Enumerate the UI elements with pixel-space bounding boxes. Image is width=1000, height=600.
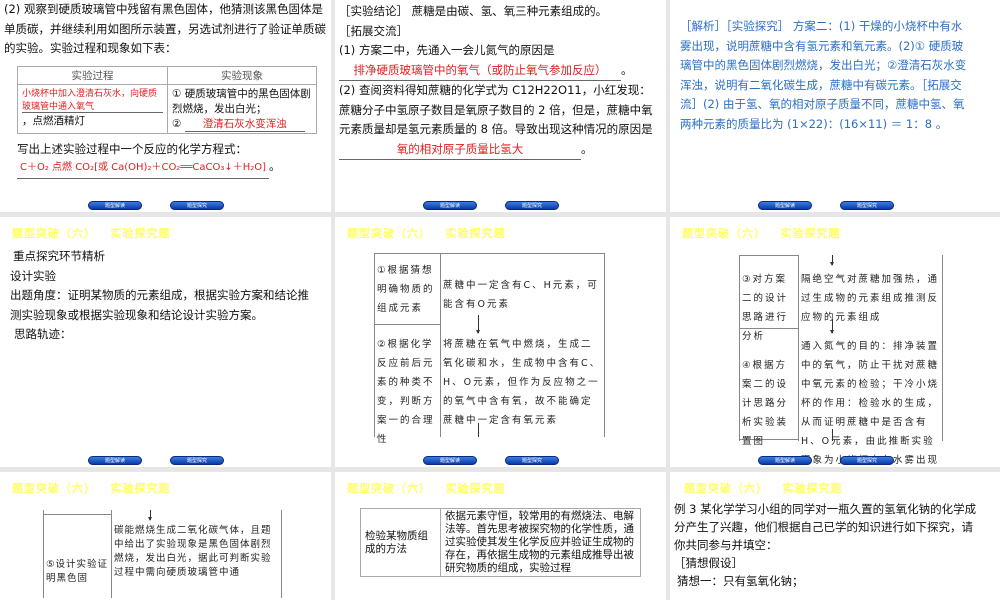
nav-button-2[interactable]: 题型探究 [170,456,224,465]
slide-4[interactable]: 题型突破（六） 实验探究题 重点探究环节精析 设计实验 出题角度：证明某物质的元… [0,217,331,467]
nav-button-1[interactable]: 题型解读 [88,201,142,210]
method-table: 检验某物质组成的方法 依据元素守恒，较常用的有燃烧法、电解法等。首先思考被探究物的… [360,508,641,577]
cell-text: ① 硬质玻璃管中的黑色固体剧烈燃烧，发出白光； [172,88,311,115]
section-label: ［猜想假设］ [674,556,743,570]
flow-content: 蔗糖中一定含有C、H元素，可能含有O元素 [443,280,599,310]
connector-line [478,423,479,437]
question-text: (2) 查阅资料得知蔗糖的化学式为 C12H22O11，小红发现：蔗糖分子中氢原… [339,83,653,136]
table-divider [798,255,799,441]
table-divider [43,514,111,515]
punct: 。 [269,159,281,173]
table-cell: 检验某物质组成的方法 [360,508,441,577]
body-text: 出题角度：证明某物质的元素组成，根据实验方案和结论推测实验现象或根据实验现象和结… [10,288,309,322]
cell-text: ② [172,118,182,130]
arrow-down-icon [148,510,152,521]
slide-header: 题型突破（六） 实验探究题 [682,227,841,240]
flow-step: ②根据化学反应前后元素的种类不变，判断方案一的合理性 [377,339,435,445]
flow-step: ④根据方案二的设计思路分析实验装置图 [742,360,789,447]
punct: 。 [581,141,593,156]
section-label: ［拓展交流］ [339,23,408,38]
arrow-down-icon [830,255,834,266]
table-divider [111,510,112,598]
body-text: 思路轨迹： [14,327,72,341]
nav-button-1[interactable]: 题型解读 [758,456,812,465]
slide-header: 题型突破（六） 实验探究题 [684,482,843,495]
answer-text: 澄清石灰水变浑浊 [184,116,305,132]
flow-content: 碳能燃烧生成二氧化碳气体，且题中给出了实验现象是黑色固体剧烈燃烧，发出白光，据此… [114,525,272,578]
nav-button-2[interactable]: 题型探究 [840,201,894,210]
answer-text: 氧的相对原子质量比氢大 [339,140,581,160]
slide-9[interactable]: 题型突破（六） 实验探究题 例 3 某化学学习小组的同学对一瓶久置的氢氧化钠的化… [670,472,1000,600]
nav-button-2[interactable]: 题型探究 [840,456,894,465]
cell-text: ，点燃酒精灯 [22,115,85,127]
nav-button-1[interactable]: 题型解读 [88,456,142,465]
table-header: 实验现象 [167,66,317,85]
slide-2[interactable]: ［实验结论］ 蔗糖是由碳、氢、氧三种元素组成的。 ［拓展交流］ (1) 方案二中… [335,0,666,212]
arrow-down-icon [476,315,480,334]
slide-header: 题型突破（六） 实验探究题 [12,482,171,495]
slide-header: 题型突破（六） 实验探究题 [347,227,506,240]
answer-equation: C＋O₂ 点燃 CO₂[或 Ca(OH)₂＋CO₂══CaCO₃↓＋H₂O] [17,158,269,179]
question-text: (2) 观察到硬质玻璃管中残留有黑色固体，他猜测该黑色固体是单质碳，并继续利用如… [4,2,326,55]
answer-text: 小烧杯中加入澄清石灰水，向硬质玻璃管中通入氧气 [22,86,163,113]
table-divider [440,253,441,437]
flow-content: 隔绝空气对蔗糖加强热，通过生成物的元素组成推测反应物的元素组成 [801,274,940,323]
connector-line [832,429,833,441]
nav-button-1[interactable]: 题型解读 [758,201,812,210]
flow-step: ⑤设计实验证明黑色固 [46,559,109,584]
slide-header: 题型突破（六） 实验探究题 [12,227,171,240]
answer-text: 排净硬质玻璃管中的氧气（或防止氧气参加反应） [339,61,621,81]
table-cell: 依据元素守恒，较常用的有燃烧法、电解法等。首先思考被探究物的化学性质，通过实验使… [440,508,641,577]
table-divider [739,255,798,256]
slide-5[interactable]: 题型突破（六） 实验探究题 ①根据猜想明确物质的组成元素 蔗糖中一定含有C、H元… [335,217,666,467]
table-header: 实验过程 [17,66,168,85]
slide-8[interactable]: 题型突破（六） 实验探究题 检验某物质组成的方法 依据元素守恒，较常用的有燃烧法、… [335,472,666,600]
nav-button-1[interactable]: 题型解读 [423,201,477,210]
nav-button-2[interactable]: 题型探究 [505,456,559,465]
slide-header: 题型突破（六） 实验探究题 [347,482,506,495]
slide-1[interactable]: (2) 观察到硬质玻璃管中残留有黑色固体，他猜测该黑色固体是单质碳，并继续利用如… [0,0,331,212]
nav-button-2[interactable]: 题型探究 [170,201,224,210]
flow-content: 将蔗糖在氧气中燃烧，生成二氧化碳和水，生成物中含有C、H、O元素，但作为反应物之… [443,339,602,426]
hypothesis-text: 猜想一：只有氢氧化钠； [677,574,804,588]
experiment-table: 实验过程 实验现象 小烧杯中加入澄清石灰水，向硬质玻璃管中通入氧气 ，点燃酒精灯 ①… [17,66,317,134]
question-text: (1) 方案二中，先通入一会儿氮气的原因是 [339,43,555,57]
nav-button-1[interactable]: 题型解读 [423,456,477,465]
section-title: 重点探究环节精析 [13,249,105,263]
analysis-text: ［解析］［实验探究］ 方案二：(1) 干燥的小烧杯中有水雾出现，说明蔗糖中含有氢… [680,19,967,131]
punct: 。 [621,62,633,77]
flow-step: ①根据猜想明确物质的组成元素 [377,265,435,314]
slide-3[interactable]: ［解析］［实验探究］ 方案二：(1) 干燥的小烧杯中有水雾出现，说明蔗糖中含有氢… [670,0,1000,212]
flow-content: 通入氮气的目的：排净装置中的氧气，防止干扰对蔗糖中氧元素的检验；干冷小烧杯的作用… [801,341,940,466]
arrow-down-icon [830,319,834,334]
nav-button-2[interactable]: 题型探究 [505,201,559,210]
section-label: 设计实验 [10,268,56,283]
slide-6[interactable]: 题型突破（六） 实验探究题 ③对方案二的设计思路进行分析 隔绝空气对蔗糖加强热，… [670,217,1000,467]
flow-step: ③对方案二的设计思路进行分析 [742,274,789,342]
example-text: 例 3 某化学学习小组的同学对一瓶久置的氢氧化钠的化学成分产生了兴趣，他们根据自… [674,502,977,552]
table-divider [374,324,440,325]
conclusion-text: ［实验结论］ 蔗糖是由碳、氢、氧三种元素组成的。 [339,4,608,18]
slide-7[interactable]: 题型突破（六） 实验探究题 ⑤设计实验证明黑色固 碳能燃烧生成二氧化碳气体，且题… [0,472,331,600]
